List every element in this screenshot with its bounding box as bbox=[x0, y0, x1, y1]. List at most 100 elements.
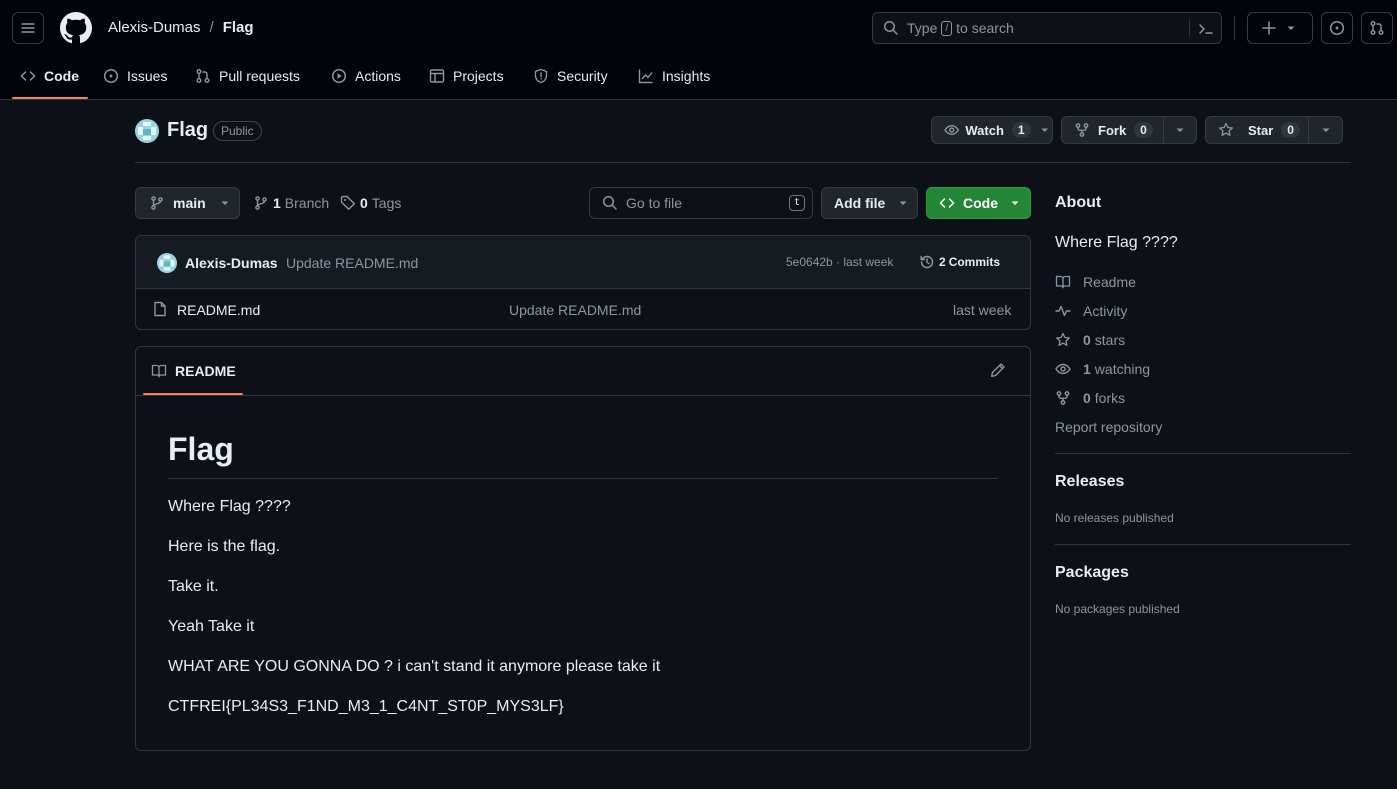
commit-hash-time[interactable]: 5e0642b · last week bbox=[786, 255, 893, 269]
add-file-button[interactable]: Add file bbox=[821, 187, 918, 219]
search-icon bbox=[883, 20, 898, 35]
releases-title[interactable]: Releases bbox=[1055, 473, 1124, 491]
sidebar-readme-label: Readme bbox=[1083, 274, 1136, 290]
sidebar-stars-link[interactable]: 0 stars bbox=[1055, 332, 1125, 348]
packages-empty: No packages published bbox=[1055, 602, 1180, 616]
sidebar-watching-link[interactable]: 1 watching bbox=[1055, 361, 1150, 377]
fork-button[interactable]: Fork 0 bbox=[1061, 116, 1164, 144]
about-description: Where Flag ???? bbox=[1055, 234, 1178, 251]
file-commit-time: last week bbox=[953, 302, 1012, 318]
go-to-file-input[interactable]: Go to file t bbox=[589, 187, 813, 219]
caret-down-icon bbox=[221, 201, 229, 205]
sidebar-readme-link[interactable]: Readme bbox=[1055, 274, 1136, 290]
tag-icon bbox=[340, 195, 355, 210]
readme-line: WHAT ARE YOU GONNA DO ? i can't stand it… bbox=[168, 658, 661, 675]
caret-down-icon bbox=[1011, 201, 1019, 205]
commits-label: Commits bbox=[948, 255, 1001, 269]
readme-header-divider bbox=[136, 395, 1030, 396]
star-button[interactable]: Star 0 bbox=[1205, 116, 1309, 144]
history-icon bbox=[920, 255, 934, 269]
code-icon bbox=[939, 198, 955, 208]
title-divider bbox=[135, 162, 1351, 163]
report-repository-link[interactable]: Report repository bbox=[1055, 419, 1162, 435]
watch-count: 1 bbox=[1011, 122, 1031, 138]
tags-count: 0 bbox=[360, 195, 368, 211]
search-icon bbox=[602, 195, 617, 210]
star-icon bbox=[1056, 332, 1070, 346]
hamburger-menu-button[interactable] bbox=[12, 12, 44, 44]
github-logo[interactable] bbox=[60, 12, 92, 44]
repo-avatar bbox=[135, 119, 159, 143]
sidebar-forks-link[interactable]: 0 forks bbox=[1055, 390, 1125, 406]
readme-tab-label: README bbox=[175, 363, 236, 379]
breadcrumb: Alexis-Dumas / Flag bbox=[108, 19, 254, 36]
fork-dropdown-button[interactable] bbox=[1163, 116, 1197, 144]
breadcrumb-owner[interactable]: Alexis-Dumas bbox=[108, 19, 201, 36]
caret-down-icon bbox=[899, 201, 907, 205]
tab-label: Security bbox=[557, 68, 608, 84]
tab-label: Pull requests bbox=[219, 68, 300, 84]
github-icon bbox=[60, 12, 92, 44]
watch-button[interactable]: Watch 1 bbox=[931, 116, 1053, 144]
stars-count: 0 bbox=[1083, 332, 1091, 348]
tab-security[interactable]: Security bbox=[533, 64, 608, 88]
sidebar-divider bbox=[1055, 453, 1351, 454]
tab-issues[interactable]: Issues bbox=[103, 64, 167, 88]
tab-pull-requests[interactable]: Pull requests bbox=[195, 64, 300, 88]
commit-message[interactable]: Update README.md bbox=[286, 255, 418, 271]
readme-tab[interactable]: README bbox=[151, 363, 236, 379]
readme-line: CTFREI{PL34S3_F1ND_M3_1_C4NT_ST0P_MYS3LF… bbox=[168, 698, 564, 715]
watch-label: Watch bbox=[965, 122, 1004, 138]
go-to-file-shortcut: t bbox=[789, 195, 806, 211]
tab-active-underline bbox=[12, 97, 88, 99]
git-branch-icon bbox=[255, 196, 267, 210]
tab-insights[interactable]: Insights bbox=[638, 64, 710, 88]
forks-count: 0 bbox=[1083, 390, 1091, 406]
branch-select-button[interactable]: main bbox=[135, 187, 240, 219]
commits-history-link[interactable]: 2 Commits bbox=[919, 254, 1000, 270]
play-icon bbox=[331, 68, 347, 84]
global-search-input[interactable]: Type / to search bbox=[872, 12, 1222, 44]
git-pull-request-icon bbox=[196, 69, 210, 83]
caret-down-icon bbox=[1322, 128, 1329, 132]
sidebar-activity-link[interactable]: Activity bbox=[1055, 303, 1127, 319]
command-palette-icon[interactable] bbox=[1198, 21, 1214, 37]
visibility-badge: Public bbox=[213, 121, 262, 141]
pull-requests-shortcut-button[interactable] bbox=[1361, 12, 1393, 44]
commit-author-avatar[interactable] bbox=[157, 253, 177, 273]
file-commit-message[interactable]: Update README.md bbox=[509, 302, 641, 318]
commit-author[interactable]: Alexis-Dumas bbox=[185, 255, 278, 271]
tab-projects[interactable]: Projects bbox=[429, 64, 504, 88]
book-icon bbox=[1055, 275, 1071, 289]
pulse-icon bbox=[1055, 305, 1071, 317]
sidebar-activity-label: Activity bbox=[1083, 303, 1128, 319]
file-name[interactable]: README.md bbox=[177, 302, 260, 318]
readme-heading: Flag bbox=[168, 431, 234, 467]
issue-open-icon bbox=[1329, 20, 1345, 36]
caret-down-icon bbox=[1176, 128, 1184, 132]
tags-link[interactable]: 0 Tags bbox=[340, 195, 401, 211]
packages-title[interactable]: Packages bbox=[1055, 564, 1129, 582]
code-dropdown-button[interactable]: Code bbox=[926, 187, 1031, 219]
issues-shortcut-button[interactable] bbox=[1321, 12, 1353, 44]
breadcrumb-separator: / bbox=[209, 19, 214, 36]
branches-label: Branch bbox=[284, 195, 330, 211]
readme-line: Here is the flag. bbox=[168, 538, 281, 555]
tab-actions[interactable]: Actions bbox=[331, 64, 401, 88]
watching-count: 1 bbox=[1083, 361, 1091, 377]
tab-code[interactable]: Code bbox=[20, 64, 79, 88]
create-new-button[interactable] bbox=[1247, 12, 1313, 44]
issue-opened-icon bbox=[103, 68, 119, 84]
breadcrumb-repo[interactable]: Flag bbox=[223, 19, 254, 36]
file-row[interactable]: README.md Update README.md last week bbox=[136, 289, 1030, 329]
stars-label: stars bbox=[1094, 332, 1126, 348]
branches-link[interactable]: 1 Branch bbox=[253, 195, 329, 211]
tab-label: Insights bbox=[662, 68, 711, 84]
edit-readme-button[interactable] bbox=[990, 362, 1006, 378]
pencil-icon bbox=[991, 363, 1005, 377]
tags-label: Tags bbox=[371, 195, 402, 211]
repo-title[interactable]: Flag bbox=[167, 119, 208, 142]
tab-label: Issues bbox=[127, 68, 168, 84]
search-suffix: to search bbox=[956, 20, 1014, 36]
star-dropdown-button[interactable] bbox=[1308, 116, 1343, 144]
